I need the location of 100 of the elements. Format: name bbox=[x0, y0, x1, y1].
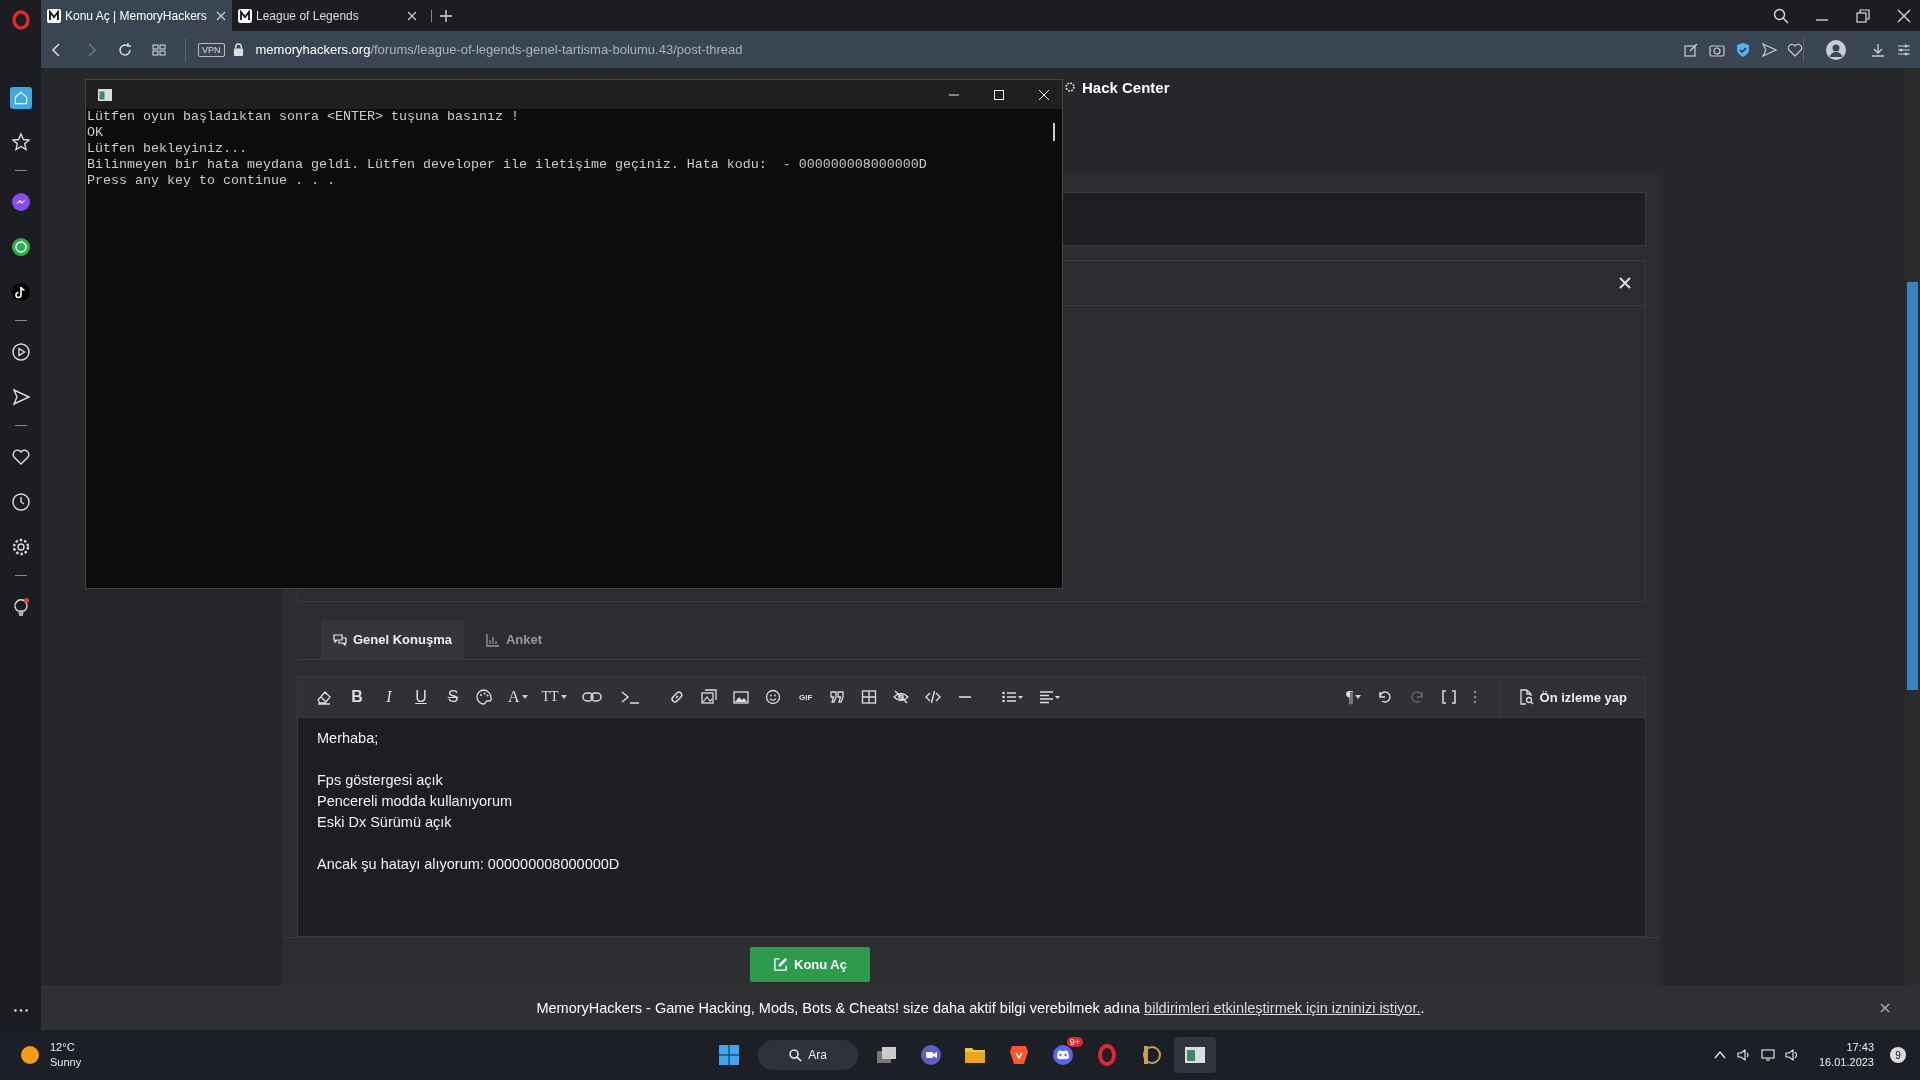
console-line: Press any key to continue . . . bbox=[87, 173, 335, 189]
profile-icon[interactable] bbox=[1826, 39, 1846, 60]
vpn-badge[interactable]: VPN bbox=[198, 42, 225, 57]
gallery-icon[interactable] bbox=[700, 689, 717, 705]
speaker-icon[interactable] bbox=[1736, 1048, 1751, 1062]
site-title[interactable]: Hack Center bbox=[1082, 78, 1170, 96]
address-field[interactable]: memoryhackers.org/forums/league-of-legends-genel-tartisma-bolumu.43/post-thread bbox=[255, 42, 743, 57]
monitor-icon[interactable] bbox=[1760, 1048, 1775, 1062]
reload-icon[interactable] bbox=[117, 41, 133, 58]
format-button[interactable]: B bbox=[348, 688, 366, 706]
clock-icon[interactable] bbox=[10, 492, 31, 512]
format-button[interactable]: TT bbox=[541, 689, 567, 705]
grid-icon[interactable] bbox=[151, 41, 167, 58]
edit-icon[interactable] bbox=[1683, 41, 1699, 58]
code-icon[interactable] bbox=[924, 689, 941, 705]
messenger-icon[interactable] bbox=[10, 192, 31, 212]
heart-icon[interactable] bbox=[10, 447, 31, 467]
caret-icon bbox=[1355, 695, 1362, 699]
lock-icon bbox=[232, 43, 244, 56]
volume-icon[interactable] bbox=[1784, 1048, 1799, 1062]
restore-icon[interactable] bbox=[1855, 7, 1871, 24]
more-icon[interactable] bbox=[12, 1008, 29, 1013]
browser-tab[interactable]: League of Legends bbox=[232, 0, 423, 31]
document-search-icon bbox=[1517, 689, 1534, 705]
home-icon[interactable] bbox=[9, 87, 32, 109]
temperature: 12°C bbox=[50, 1040, 76, 1055]
image-icon[interactable] bbox=[732, 689, 749, 705]
hidden-eye-icon[interactable] bbox=[892, 689, 909, 705]
editor-tab[interactable]: Anket bbox=[473, 620, 555, 659]
browser-logo-icon[interactable] bbox=[1096, 1044, 1118, 1066]
chain-icon[interactable] bbox=[580, 689, 603, 705]
maximize-icon[interactable] bbox=[993, 88, 1005, 101]
scrollbar-thumb[interactable] bbox=[1907, 282, 1918, 690]
chart-icon bbox=[485, 632, 500, 647]
notification-count[interactable]: 9 bbox=[1890, 1047, 1906, 1063]
search-label: Ara bbox=[808, 1048, 827, 1062]
format-button[interactable]: I bbox=[380, 688, 398, 706]
site-logo-icon bbox=[47, 8, 61, 23]
taskbar-search[interactable]: Ara bbox=[758, 1040, 858, 1070]
format-button[interactable]: U bbox=[412, 688, 430, 706]
console-app-icon[interactable] bbox=[1184, 1044, 1206, 1066]
send-icon[interactable] bbox=[10, 387, 31, 407]
link-icon[interactable] bbox=[668, 689, 685, 705]
weather-condition: Sunny bbox=[50, 1055, 82, 1070]
permission-link[interactable]: bildirimleri etkinleştirmek için izninizi istiyor. bbox=[1144, 999, 1421, 1016]
heart-icon[interactable] bbox=[1787, 41, 1803, 58]
video-chat-icon[interactable] bbox=[920, 1044, 942, 1066]
console-icon bbox=[98, 88, 112, 101]
emblem-icon[interactable] bbox=[1140, 1044, 1162, 1066]
quote-icon[interactable] bbox=[828, 689, 845, 705]
format-button[interactable]: S bbox=[444, 688, 462, 706]
notification-badge: 9+ bbox=[1066, 1037, 1083, 1047]
table-icon[interactable] bbox=[860, 689, 877, 705]
message-paragraph: Ancak şu hatayı alıyorum: 000000008000000D bbox=[317, 855, 621, 874]
browser-tab[interactable]: Konu Aç | MemoryHackers bbox=[41, 0, 232, 31]
message-paragraph: Merhaba; bbox=[317, 729, 380, 748]
star-icon[interactable] bbox=[10, 132, 31, 152]
new-tab-icon[interactable] bbox=[431, 9, 452, 22]
smiley-icon[interactable] bbox=[764, 689, 781, 705]
caret-icon bbox=[521, 695, 528, 699]
pencil-icon bbox=[773, 957, 788, 972]
console-line: Lütfen oyun başladıktan sonra <ENTER> tuşuna basınız ! bbox=[87, 109, 519, 125]
close-icon[interactable] bbox=[1880, 1002, 1890, 1013]
search-icon[interactable] bbox=[1773, 7, 1789, 24]
sun-icon[interactable] bbox=[20, 1045, 40, 1065]
clock-time[interactable]: 17:43 bbox=[1846, 1040, 1874, 1055]
notification-message: MemoryHackers - Game Hacking, Mods, Bots & Cheats! size daha aktif bilgi verebilmek adına bildirimleri etkinleştirmek için izninizi istiyor.. bbox=[536, 999, 1425, 1016]
clock-date[interactable]: 16.01.2023 bbox=[1818, 1055, 1874, 1070]
submit-button[interactable]: Konu Aç bbox=[750, 947, 870, 982]
message-paragraph: Fps göstergesi açık Pencereli modda kullanıyorum Eski Dx Sürümü açık bbox=[317, 771, 514, 832]
brackets-icon[interactable] bbox=[1440, 689, 1457, 705]
console-line: Bilinmeyen bir hata meydana geldi. Lütfen developer ile iletişime geçiniz. Hata kodu: - 000000008000000D bbox=[87, 157, 927, 173]
close-icon[interactable] bbox=[216, 10, 226, 21]
start-icon[interactable] bbox=[718, 1044, 740, 1066]
list-icon[interactable] bbox=[1000, 689, 1023, 705]
format-button[interactable]: GIF bbox=[796, 692, 815, 702]
scrollbar-thumb[interactable] bbox=[1053, 123, 1055, 141]
tiktok-icon[interactable] bbox=[10, 282, 31, 302]
format-button[interactable]: A bbox=[508, 688, 528, 706]
undo-icon[interactable] bbox=[1376, 689, 1393, 705]
caret-icon bbox=[560, 695, 567, 699]
settings-icon[interactable] bbox=[10, 537, 31, 557]
browser-logo-icon[interactable] bbox=[10, 9, 31, 31]
editor-tab[interactable]: Genel Konuşma bbox=[321, 620, 464, 659]
console-line: Lütfen bekleyiniz... bbox=[87, 141, 247, 157]
preview-button[interactable]: Ön izleme yap bbox=[1498, 677, 1645, 717]
download-icon[interactable] bbox=[1870, 41, 1886, 58]
discord-icon[interactable] bbox=[1052, 1044, 1074, 1066]
gear-icon bbox=[1064, 81, 1076, 93]
eraser-icon[interactable] bbox=[316, 689, 332, 705]
align-icon[interactable] bbox=[1038, 689, 1061, 705]
shield-icon[interactable] bbox=[1735, 41, 1751, 58]
site-logo-icon bbox=[238, 8, 252, 23]
play-icon[interactable] bbox=[10, 342, 31, 362]
search-icon bbox=[789, 1048, 803, 1062]
close-icon[interactable] bbox=[407, 10, 417, 21]
windows-icon[interactable] bbox=[876, 1044, 898, 1066]
palette-icon[interactable] bbox=[476, 689, 492, 705]
send-icon[interactable] bbox=[1761, 41, 1777, 58]
paragraph-button[interactable]: ¶ bbox=[1344, 688, 1363, 706]
